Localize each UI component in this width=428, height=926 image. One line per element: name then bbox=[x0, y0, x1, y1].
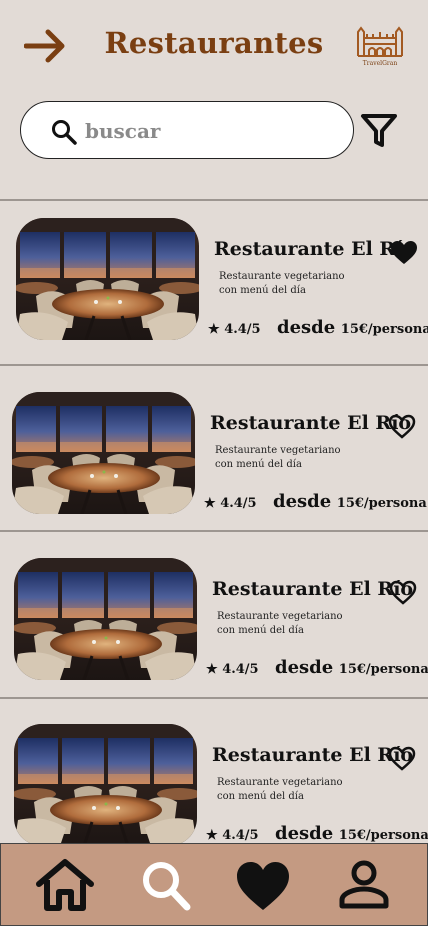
restaurant-card[interactable]: Restaurante El Río Restaurante vegetaria… bbox=[0, 558, 428, 698]
filter-button[interactable] bbox=[360, 112, 398, 150]
price: desde 15€/persona bbox=[273, 491, 427, 512]
filter-icon bbox=[361, 114, 397, 147]
price: desde 15€/persona bbox=[275, 823, 428, 844]
favorite-button[interactable] bbox=[388, 414, 416, 440]
restaurant-description: Restaurante vegetariano con menú del día bbox=[217, 611, 343, 636]
user-icon bbox=[339, 860, 389, 909]
rating: ★ 4.4/5 bbox=[204, 496, 257, 511]
price: desde 15€/persona bbox=[275, 657, 428, 678]
divider bbox=[0, 364, 428, 366]
restaurant-description: Restaurante vegetariano con menú del día bbox=[219, 271, 345, 296]
rating-value: 4.4/5 bbox=[220, 496, 257, 511]
restaurant-description: Restaurante vegetariano con menú del día bbox=[215, 445, 341, 470]
heart-icon bbox=[237, 862, 289, 910]
star-icon: ★ bbox=[206, 828, 218, 843]
favorite-button[interactable] bbox=[388, 746, 416, 772]
restaurant-photo[interactable] bbox=[14, 558, 197, 680]
restaurant-description: Restaurante vegetariano con menú del día bbox=[217, 777, 343, 802]
favorite-button[interactable] bbox=[389, 580, 417, 606]
price-value: 15€/persona bbox=[336, 496, 427, 511]
price: desde 15€/persona bbox=[277, 317, 428, 338]
star-icon: ★ bbox=[208, 322, 220, 337]
nav-profile[interactable] bbox=[335, 858, 395, 914]
divider bbox=[0, 199, 428, 201]
heart-outline-icon bbox=[389, 580, 417, 605]
price-value: 15€/persona bbox=[338, 828, 428, 843]
star-icon: ★ bbox=[204, 496, 216, 511]
price-prefix: desde bbox=[275, 823, 334, 844]
price-prefix: desde bbox=[277, 317, 336, 338]
restaurant-card[interactable]: Restaurante El Río Restaurante vegetaria… bbox=[0, 392, 428, 532]
header: Restaurantes TravelGran bbox=[0, 0, 428, 92]
brand-logo[interactable]: TravelGran bbox=[354, 24, 406, 68]
castle-logo-icon bbox=[357, 26, 403, 57]
nav-home[interactable] bbox=[35, 858, 95, 914]
price-prefix: desde bbox=[275, 657, 334, 678]
restaurant-photo[interactable] bbox=[14, 724, 197, 846]
restaurant-name: Restaurante El Río bbox=[210, 412, 412, 434]
heart-outline-icon bbox=[388, 414, 416, 439]
nav-favorites[interactable] bbox=[233, 858, 293, 914]
rating: ★ 4.4/5 bbox=[206, 828, 259, 843]
rating: ★ 4.4/5 bbox=[206, 662, 259, 677]
price-value: 15€/persona bbox=[338, 662, 428, 677]
restaurant-card[interactable]: Restaurante El Río Restaurante vegetaria… bbox=[0, 218, 428, 358]
rating-value: 4.4/5 bbox=[224, 322, 261, 337]
restaurant-name: Restaurante El Río bbox=[212, 744, 414, 766]
search-input[interactable] bbox=[85, 114, 335, 148]
rating: ★ 4.4/5 bbox=[208, 322, 261, 337]
home-icon bbox=[36, 859, 94, 911]
favorite-button[interactable] bbox=[390, 240, 418, 266]
price-prefix: desde bbox=[273, 491, 332, 512]
star-icon: ★ bbox=[206, 662, 218, 677]
search-icon bbox=[52, 120, 77, 145]
restaurant-name: Restaurante El Río bbox=[214, 238, 416, 260]
search-bar[interactable] bbox=[20, 101, 354, 159]
brand-name: TravelGran bbox=[362, 60, 398, 67]
restaurant-photo[interactable] bbox=[16, 218, 199, 340]
search-icon bbox=[143, 862, 191, 911]
restaurant-name: Restaurante El Río bbox=[212, 578, 414, 600]
rating-value: 4.4/5 bbox=[222, 662, 259, 677]
divider bbox=[0, 697, 428, 699]
heart-filled-icon bbox=[391, 241, 417, 264]
price-value: 15€/persona bbox=[340, 322, 428, 337]
heart-outline-icon bbox=[388, 746, 416, 771]
rating-value: 4.4/5 bbox=[222, 828, 259, 843]
divider bbox=[0, 530, 428, 532]
bottom-nav bbox=[0, 843, 428, 926]
nav-search[interactable] bbox=[137, 858, 197, 914]
restaurant-photo[interactable] bbox=[12, 392, 195, 514]
